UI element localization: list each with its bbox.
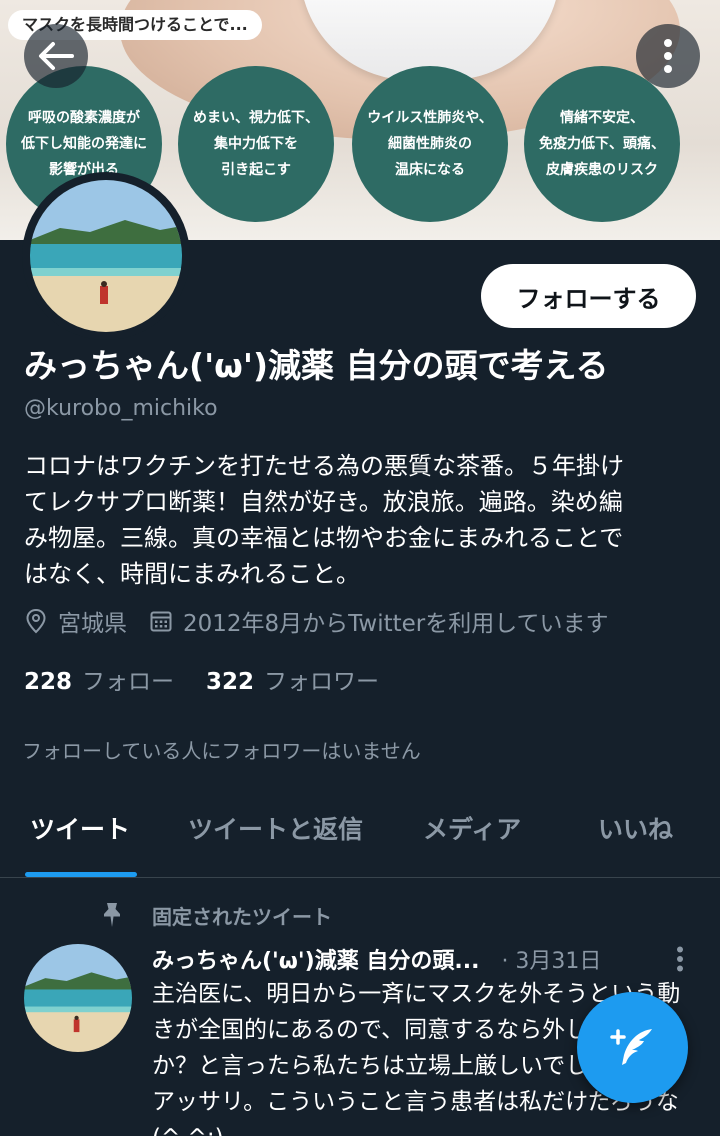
follow-counts: 228 フォロー 322 フォロワー [24, 662, 379, 696]
followers-link[interactable]: 322 フォロワー [206, 662, 379, 696]
mutual-followers-note: フォローしている人にフォロワーはいません [22, 739, 421, 763]
following-count: 228 [24, 669, 73, 695]
tweet-date[interactable]: · 3月31日 [501, 943, 601, 975]
tweet-author-name[interactable]: みっちゃん('ω')減薬 自分の頭... [152, 943, 479, 975]
avatar-image [30, 180, 182, 332]
banner-circle-2: めまい、視力低下、 集中力低下を 引き起こす [178, 66, 334, 222]
profile-avatar[interactable] [22, 172, 190, 340]
tweet-more-button[interactable] [668, 942, 692, 976]
following-link[interactable]: 228 フォロー [24, 662, 174, 696]
profile-bio: コロナはワクチンを打たせる為の悪質な茶番。５年掛け てレクサプロ断薬！自然が好き… [24, 452, 624, 588]
follow-button[interactable]: フォローする [481, 264, 696, 328]
tweet-header: みっちゃん('ω')減薬 自分の頭... · 3月31日 [152, 942, 601, 976]
tab-likes[interactable]: いいね [598, 812, 673, 848]
followers-label: フォロワー [264, 669, 380, 695]
pin-icon [104, 903, 120, 927]
tab-tweets-and-replies[interactable]: ツイートと返信 [188, 812, 363, 848]
following-label: フォロー [82, 669, 175, 695]
profile-meta: 宮城県 2012年8月からTwitterを利用しています [24, 604, 609, 638]
compose-tweet-button[interactable] [577, 992, 688, 1103]
joined-item: 2012年8月からTwitterを利用しています [149, 604, 609, 638]
banner-circle-3: ウイルス性肺炎や、 細菌性肺炎の 温床になる [352, 66, 508, 222]
arrow-left-icon [39, 42, 74, 70]
more-vertical-icon [677, 946, 683, 972]
location-text: 宮城県 [58, 611, 127, 637]
username-handle: @kurobo_michiko [24, 396, 218, 421]
location-pin-icon [26, 608, 46, 634]
more-options-button[interactable] [636, 24, 700, 88]
pinned-tweet-label: 固定されたツイート [100, 898, 332, 932]
tab-tweets[interactable]: ツイート [30, 812, 130, 848]
more-vertical-icon [664, 39, 672, 73]
calendar-icon [150, 611, 172, 632]
joined-date-text: 2012年8月からTwitterを利用しています [183, 611, 609, 637]
banner-circle-4: 情緒不安定、 免疫力低下、頭痛、 皮膚疾患のリスク [524, 66, 680, 222]
location-item: 宮城県 [24, 604, 127, 638]
tweet-author-avatar[interactable] [24, 944, 132, 1052]
display-name: みっちゃん('ω')減薬 自分の頭で考える [24, 346, 609, 385]
back-button[interactable] [24, 24, 88, 88]
compose-feather-icon [609, 1028, 652, 1065]
active-tab-indicator [25, 872, 137, 877]
followers-count: 322 [206, 669, 255, 695]
tab-media[interactable]: メディア [423, 812, 521, 848]
profile-tabs: ツイート ツイートと返信 メディア いいね [0, 790, 720, 878]
pinned-label-text: 固定されたツイート [152, 904, 332, 929]
